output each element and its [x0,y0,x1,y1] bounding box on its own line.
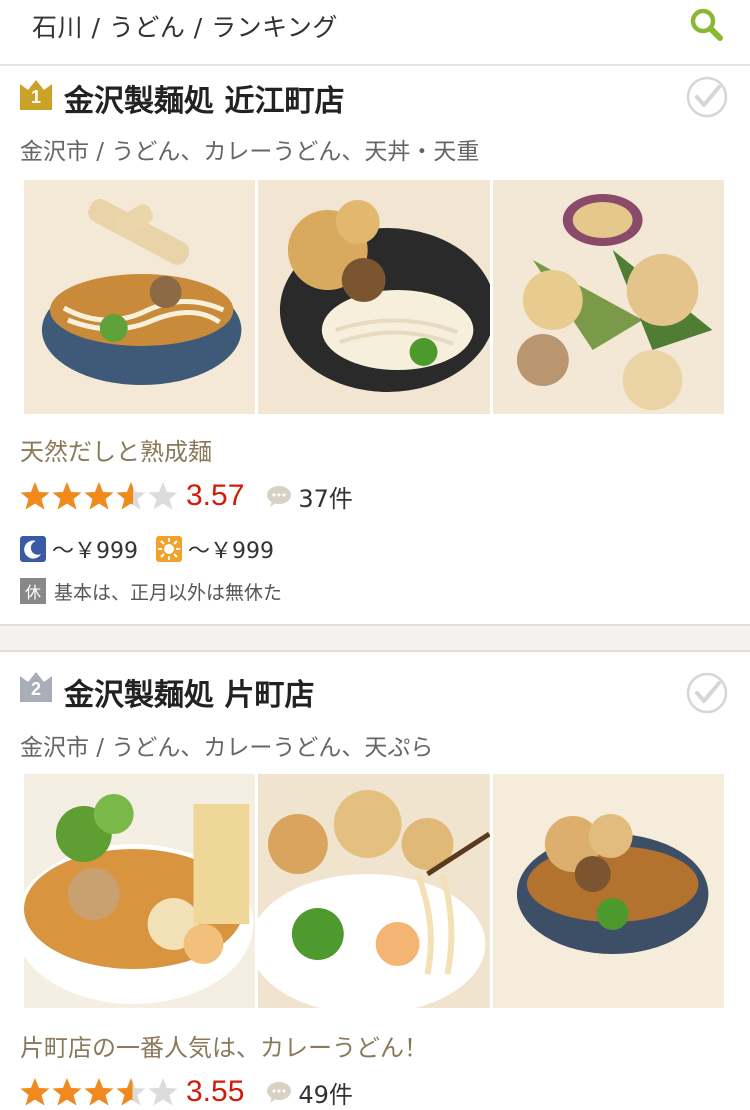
rank-number: 2 [30,679,41,699]
speech-bubble-icon [267,486,292,507]
udon-photo[interactable] [258,180,490,414]
vegetable-tempura-image [492,180,724,414]
star-icon [84,482,114,510]
holiday-icon: 休 [20,578,46,604]
rating-row: 3.57 37件 [20,476,353,516]
catchphrase: 天然だしと熟成麺 [20,438,212,466]
check-icon [686,76,728,118]
holiday-row: 休 基本は、正月以外は無休た [20,576,282,606]
holiday-text: 基本は、正月以外は無休た [54,581,283,604]
card-divider [0,624,750,650]
restaurant-card[interactable]: 1 金沢製麺処 近江町店 金沢市 / うどん、カレーうどん、天丼・天重 天然だし… [0,68,750,624]
star-icon [52,1078,82,1106]
dinner-price: 〜￥999 [52,539,138,564]
sun-icon [156,536,182,562]
price-row: 〜￥999 〜￥999 [20,534,292,564]
search-button[interactable] [686,4,726,44]
bookmark-check-button[interactable] [686,76,728,118]
review-count[interactable]: 37件 [298,479,353,514]
rank-badge: 1 [20,78,52,110]
rating-score: 3.57 [186,479,245,512]
tempura-udon-image [258,180,490,414]
restaurant-name[interactable]: 金沢製麺処 近江町店 [64,76,344,120]
udon-photo[interactable] [492,180,724,414]
tempura-curry-udon-image [258,774,490,1008]
genre-text: 金沢市 / うどん、カレーうどん、天ぷら [20,735,434,761]
udon-photo[interactable] [492,774,724,1008]
star-rating [20,1077,178,1107]
rating-row: 3.55 49件 [20,1072,353,1110]
speech-bubble-icon [267,1082,292,1103]
rating-score: 3.55 [186,1075,245,1108]
breadcrumb[interactable]: 石川 / うどん / ランキング [32,8,338,44]
star-icon [148,1078,178,1106]
rank-badge: 2 [20,670,52,702]
star-icon [116,482,146,510]
udon-photo[interactable] [24,774,256,1008]
star-icon [20,1078,50,1106]
star-icon [20,482,50,510]
restaurant-name[interactable]: 金沢製麺処 片町店 [64,670,314,714]
moon-icon [20,536,46,562]
udon-photo[interactable] [24,180,256,414]
star-icon [52,482,82,510]
photo-gallery [24,774,724,1008]
genre-text: 金沢市 / うどん、カレーうどん、天丼・天重 [20,139,480,165]
star-icon [148,482,178,510]
udon-bowl-image [24,180,256,414]
restaurant-card[interactable]: 2 金沢製麺処 片町店 金沢市 / うどん、カレーうどん、天ぷら 片町店の一番人… [0,650,750,1110]
tempura-udon-bowl-image [492,774,724,1008]
top-bar: 石川 / うどん / ランキング [0,0,750,66]
bookmark-check-button[interactable] [686,672,728,714]
search-icon [690,8,723,41]
rank-number: 1 [30,87,41,107]
check-icon [686,672,728,714]
star-rating [20,481,178,511]
lunch-price: 〜￥999 [188,539,274,564]
udon-photo[interactable] [258,774,490,1008]
star-icon [84,1078,114,1106]
review-count[interactable]: 49件 [298,1075,353,1110]
star-icon [116,1078,146,1106]
curry-udon-image [24,774,256,1008]
photo-gallery [24,180,724,414]
catchphrase: 片町店の一番人気は、カレーうどん！ [20,1034,428,1062]
